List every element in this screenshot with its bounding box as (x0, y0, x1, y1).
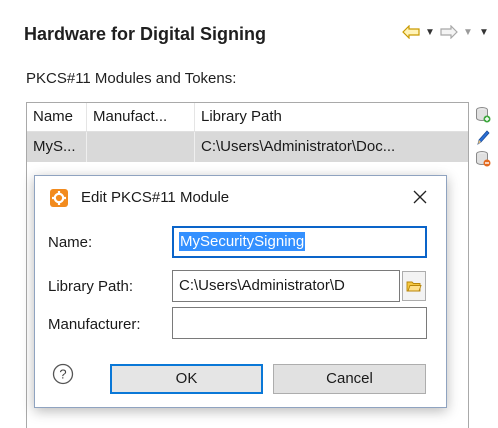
history-nav: ▼ ▼ ▼ (402, 22, 490, 42)
library-path-label: Library Path: (48, 278, 134, 295)
dialog-title-bar[interactable]: Edit PKCS#11 Module (35, 176, 446, 220)
name-field[interactable]: MySecuritySigning (172, 226, 427, 258)
arrow-right-icon (440, 25, 458, 39)
page-title: Hardware for Digital Signing (24, 24, 267, 44)
view-menu-chevron-icon[interactable]: ▼ (478, 27, 490, 38)
folder-icon (406, 281, 422, 292)
table-toolbar (474, 104, 494, 170)
pencil-icon (477, 130, 490, 145)
ok-button[interactable]: OK (110, 364, 263, 394)
help-icon[interactable]: ? (52, 363, 74, 385)
column-header-name[interactable]: Name (27, 103, 87, 131)
add-module-button[interactable] (474, 104, 492, 126)
manufacturer-label: Manufacturer: (48, 316, 141, 333)
cell-manufacturer (87, 132, 195, 162)
table-row[interactable]: MyS... C:\Users\Administrator\Doc... (27, 132, 468, 162)
edit-module-button[interactable] (474, 126, 492, 148)
manufacturer-field[interactable] (172, 307, 427, 339)
close-button[interactable] (408, 185, 432, 209)
edit-module-dialog: Edit PKCS#11 Module Name: MySecuritySign… (34, 175, 447, 408)
name-field-value: MySecuritySigning (179, 232, 306, 251)
cell-name: MyS... (27, 132, 87, 162)
table-header: Name Manufact... Library Path (27, 103, 468, 132)
svg-text:?: ? (59, 367, 66, 382)
add-module-icon (476, 107, 491, 123)
arrow-left-icon (402, 25, 420, 39)
close-icon (413, 190, 427, 204)
browse-button[interactable] (402, 271, 426, 301)
forward-dropdown-chevron-icon[interactable]: ▼ (462, 27, 474, 38)
column-header-library-path[interactable]: Library Path (195, 103, 468, 131)
cell-library-path: C:\Users\Administrator\Doc... (201, 138, 396, 155)
library-path-field[interactable]: C:\Users\Administrator\D (172, 270, 400, 302)
orange-settings-icon (50, 189, 68, 207)
remove-module-icon (476, 151, 491, 167)
dialog-title: Edit PKCS#11 Module (81, 189, 230, 206)
forward-button[interactable] (440, 22, 458, 42)
column-header-manufacturer[interactable]: Manufact... (87, 103, 195, 131)
back-dropdown-chevron-icon[interactable]: ▼ (424, 27, 436, 38)
remove-module-button[interactable] (474, 148, 492, 170)
name-label: Name: (48, 234, 93, 251)
cancel-button[interactable]: Cancel (273, 364, 426, 394)
back-button[interactable] (402, 22, 420, 42)
modules-section-label: PKCS#11 Modules and Tokens: (26, 70, 237, 87)
